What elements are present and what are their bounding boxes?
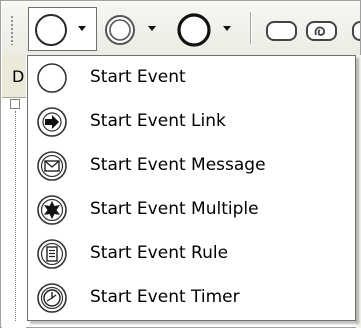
intermediate-event-icon [105, 15, 135, 45]
toolbar [2, 2, 360, 55]
menu-item-start-event-link[interactable]: Start Event Link [28, 100, 355, 144]
intermediate-event-dropdown-button[interactable] [102, 7, 162, 51]
application-window: D Start Event Start Event Link Start Eve… [0, 0, 361, 328]
background-panel-edge [356, 55, 361, 328]
tree-guide-line [15, 111, 17, 321]
multiple-star-icon [37, 195, 67, 225]
rule-document-icon [37, 239, 67, 269]
background-tab-label: D [12, 67, 25, 86]
menu-item-label: Start Event [90, 67, 186, 87]
chevron-down-icon [223, 26, 231, 31]
tree-expander-icon[interactable] [10, 99, 20, 109]
more-toolbar-button[interactable] [350, 7, 360, 51]
task-button[interactable] [264, 7, 300, 51]
menu-item-label: Start Event Multiple [90, 199, 259, 219]
end-event-dropdown-button[interactable] [174, 7, 242, 51]
task-icon [266, 21, 297, 41]
chevron-down-icon [78, 26, 86, 31]
start-event-icon [35, 14, 67, 46]
timer-clock-icon [37, 283, 67, 313]
menu-item-start-event-rule[interactable]: Start Event Rule [28, 232, 355, 276]
start-event-dropdown-button[interactable] [28, 7, 97, 51]
chevron-down-icon [148, 26, 156, 31]
start-event-menu: Start Event Start Event Link Start Event… [27, 55, 356, 321]
task-icon [352, 21, 360, 41]
menu-item-start-event-message[interactable]: Start Event Message [28, 144, 355, 188]
menu-item-label: Start Event Timer [90, 287, 240, 307]
message-envelope-icon [37, 151, 67, 181]
toolbar-grip-handle[interactable] [10, 15, 14, 45]
menu-item-label: Start Event Message [90, 155, 266, 175]
background-panel: D [2, 55, 26, 328]
end-event-icon [177, 13, 211, 47]
menu-item-start-event[interactable]: Start Event [28, 56, 355, 100]
background-tab[interactable]: D [2, 55, 26, 98]
menu-item-start-event-multiple[interactable]: Start Event Multiple [28, 188, 355, 232]
subprocess-icon [306, 21, 337, 41]
menu-item-label: Start Event Link [90, 111, 226, 131]
menu-item-label: Start Event Rule [90, 243, 229, 263]
start-event-icon [37, 63, 67, 93]
subprocess-button[interactable] [304, 7, 344, 51]
menu-item-start-event-timer[interactable]: Start Event Timer [28, 276, 355, 320]
link-arrow-icon [37, 107, 67, 137]
toolbar-separator [250, 12, 251, 44]
